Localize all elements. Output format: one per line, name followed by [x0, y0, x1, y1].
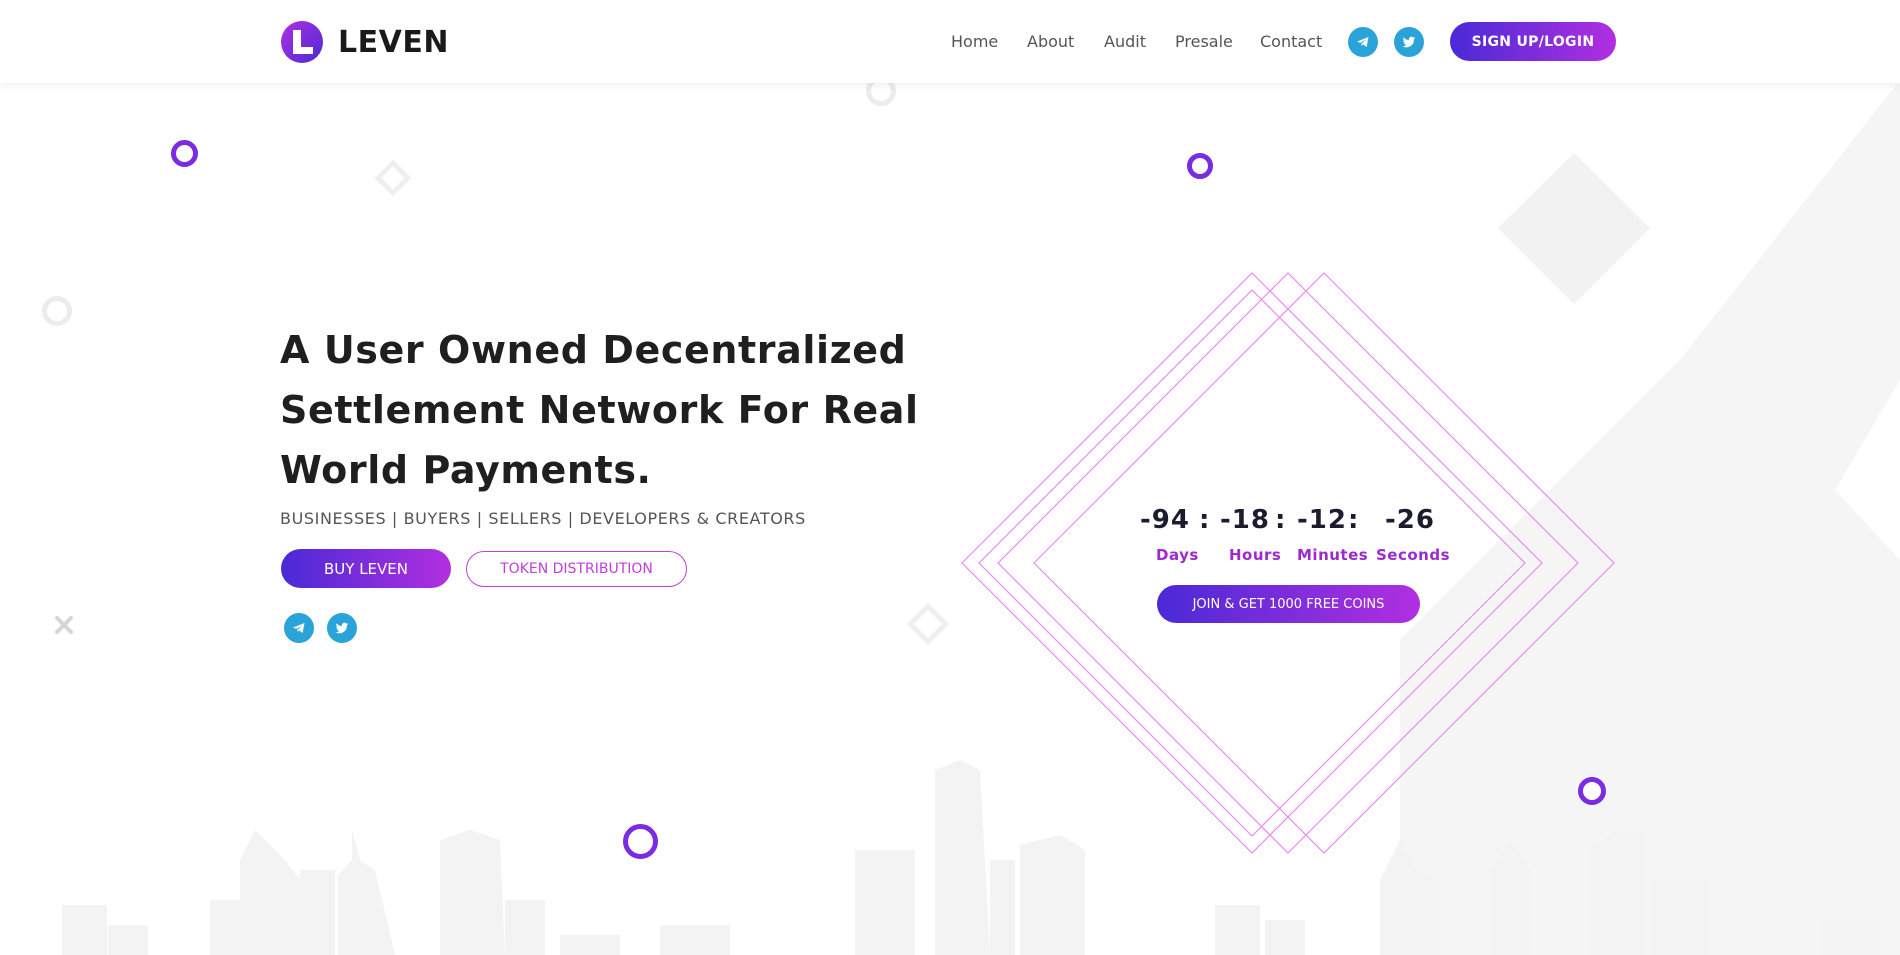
buy-leven-button[interactable]: BUY LEVEN [281, 549, 451, 588]
countdown-minutes: -12 [1297, 505, 1347, 535]
hero-subtitle: BUSINESSES | BUYERS | SELLERS | DEVELOPE… [280, 509, 806, 528]
deco-ring-purple [1578, 777, 1606, 805]
twitter-icon[interactable] [327, 613, 357, 643]
logo[interactable]: LEVEN [280, 20, 449, 64]
countdown-hours-label: Hours [1229, 546, 1282, 564]
brand-name: LEVEN [338, 24, 449, 60]
countdown-timer: -94 : -18 : -12 : -26 Days Hours Minutes… [1130, 505, 1450, 565]
logo-icon [281, 21, 323, 63]
close-icon [55, 616, 73, 634]
countdown-separator: : [1348, 505, 1360, 535]
site-header: LEVEN Home About Audit Presale Contact S… [0, 0, 1900, 83]
deco-ring-purple [623, 824, 658, 859]
join-free-coins-button[interactable]: JOIN & GET 1000 FREE COINS [1157, 585, 1420, 623]
countdown-days-label: Days [1156, 546, 1199, 564]
deco-ring-purple [171, 140, 198, 167]
countdown-seconds: -26 [1385, 505, 1435, 535]
deco-ring-purple [1187, 153, 1213, 179]
deco-ring-grey [42, 296, 72, 326]
telegram-icon[interactable] [284, 613, 314, 643]
nav-presale[interactable]: Presale [1175, 32, 1233, 51]
telegram-icon[interactable] [1348, 27, 1378, 57]
countdown-hours: -18 [1220, 505, 1270, 535]
countdown-minutes-label: Minutes [1297, 546, 1369, 564]
countdown-separator: : [1275, 505, 1287, 535]
countdown-seconds-label: Seconds [1376, 546, 1451, 564]
signup-login-button[interactable]: SIGN UP/LOGIN [1450, 22, 1616, 61]
hero-title: A User Owned Decentralized Settlement Ne… [280, 328, 919, 492]
countdown-separator: : [1199, 505, 1211, 535]
nav-home[interactable]: Home [951, 32, 998, 51]
twitter-icon[interactable] [1394, 27, 1424, 57]
nav-contact[interactable]: Contact [1260, 32, 1322, 51]
countdown-days: -94 [1140, 505, 1190, 535]
nav-about[interactable]: About [1027, 32, 1074, 51]
nav-audit[interactable]: Audit [1104, 32, 1146, 51]
token-distribution-button[interactable]: TOKEN DISTRIBUTION [466, 551, 687, 587]
